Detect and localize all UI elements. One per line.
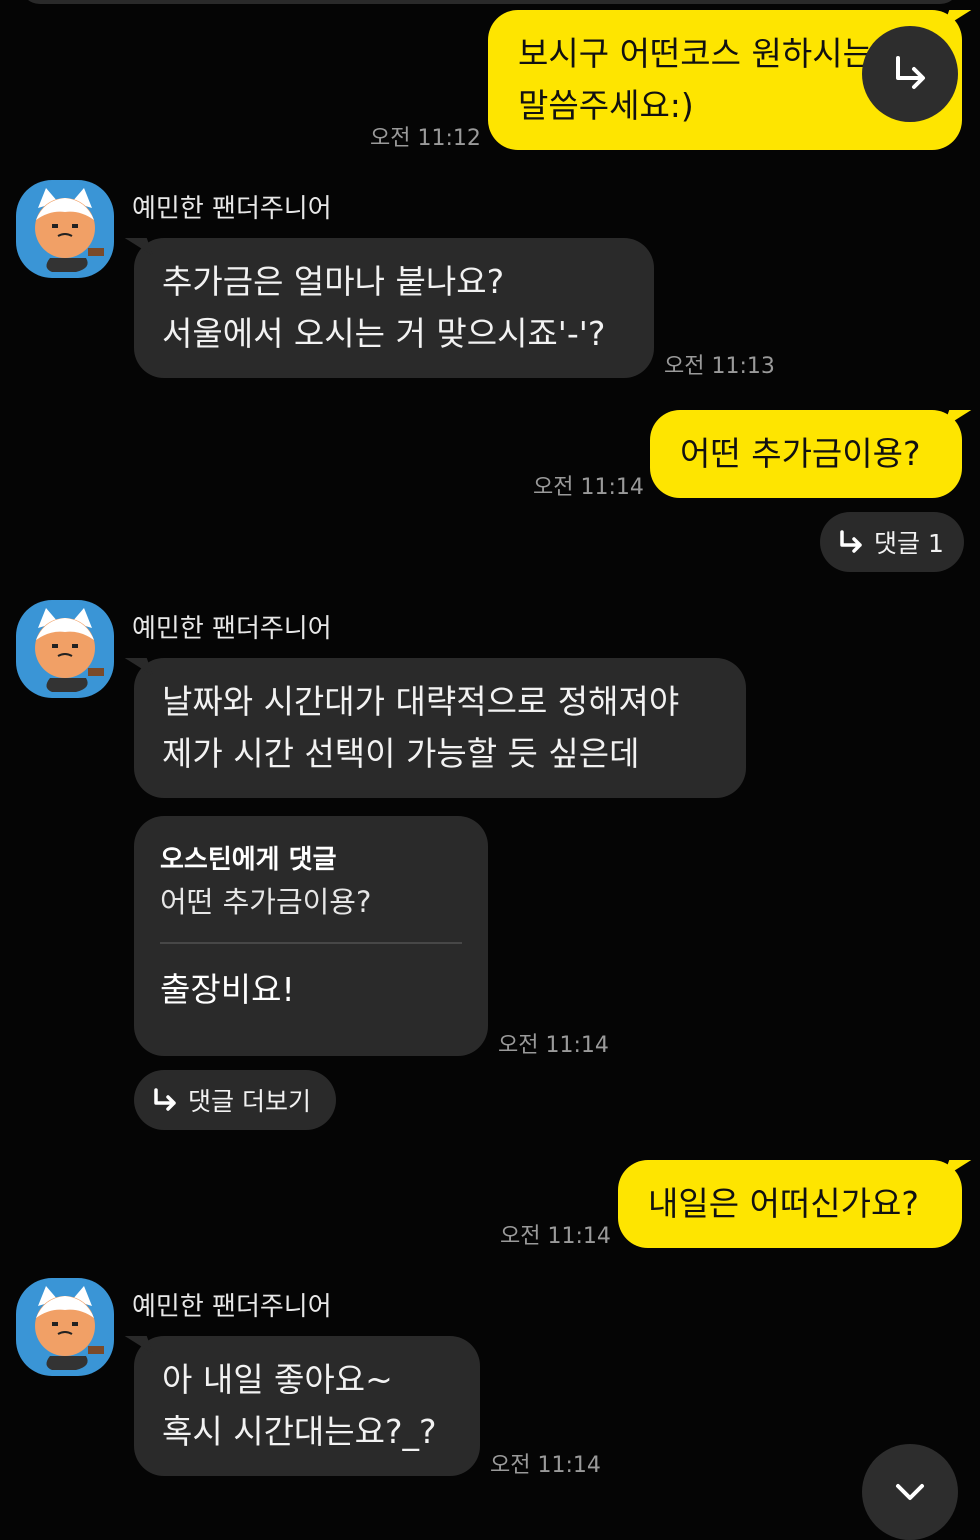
reply-body: 출장비요!: [160, 970, 295, 1009]
share-arrow-icon: [896, 56, 925, 89]
other-message-bubble[interactable]: 날짜와 시간대가 대략적으로 정해져야 제가 시간 선택이 가능할 듯 싶은데: [134, 658, 746, 798]
sender-name: 예민한 팬더주니어: [132, 1292, 332, 1322]
sender-name: 예민한 팬더주니어: [132, 614, 332, 644]
message-line: 날짜와 시간대가 대략적으로 정해져야: [162, 682, 680, 721]
message-line: 서울에서 오시는 거 맞으시죠'-'?: [162, 314, 606, 353]
view-more-replies-label: 댓글 더보기: [188, 1087, 311, 1116]
other-message-bubble[interactable]: 추가금은 얼마나 붙나요? 서울에서 오시는 거 맞으시죠'-'?: [134, 238, 654, 378]
message-line: 제가 시간 선택이 가능할 듯 싶은데: [162, 734, 640, 773]
message-line: 아 내일 좋아요~: [162, 1360, 393, 1399]
other-message-bubble[interactable]: 아 내일 좋아요~ 혹시 시간대는요?_?: [134, 1336, 480, 1476]
sender-avatar[interactable]: [16, 1278, 114, 1376]
message-time: 오전 11:14: [533, 475, 644, 500]
message-line: 어떤 추가금이용?: [680, 434, 921, 473]
sender-avatar[interactable]: [16, 180, 114, 278]
reply-count-button[interactable]: 댓글 1: [820, 512, 964, 572]
message-time: 오전 11:14: [500, 1224, 611, 1249]
message-line: 내일은 어떠신가요?: [648, 1184, 919, 1223]
message-time: 오전 11:12: [370, 126, 481, 151]
previous-message-remnant: [20, 0, 960, 4]
scroll-to-bottom-button[interactable]: [862, 1444, 958, 1540]
message-time: 오전 11:14: [498, 1033, 609, 1058]
reply-arrow-icon: [154, 1088, 176, 1111]
red-panda-avatar-icon: [35, 188, 104, 272]
message-line: 추가금은 얼마나 붙나요?: [162, 262, 505, 301]
reply-quote: 어떤 추가금이용?: [160, 885, 372, 919]
message-line: 혹시 시간대는요?_?: [162, 1412, 437, 1451]
reply-arrow-icon: [840, 530, 862, 553]
red-panda-avatar-icon: [35, 1286, 104, 1370]
red-panda-avatar-icon: [35, 608, 104, 692]
my-message-bubble[interactable]: 내일은 어떠신가요?: [618, 1160, 962, 1248]
view-more-replies-button[interactable]: 댓글 더보기: [134, 1070, 336, 1130]
sender-avatar[interactable]: [16, 600, 114, 698]
reply-message-card[interactable]: 오스틴에게 댓글 어떤 추가금이용? 출장비요!: [134, 816, 488, 1056]
message-time: 오전 11:13: [664, 354, 775, 379]
reply-divider: [160, 942, 462, 944]
chevron-down-icon: [896, 1484, 924, 1500]
message-time: 오전 11:14: [490, 1453, 601, 1478]
sender-name: 예민한 팬더주니어: [132, 194, 332, 224]
reply-count-label: 댓글 1: [874, 529, 944, 558]
reply-title: 오스틴에게 댓글: [160, 845, 337, 875]
share-button[interactable]: [862, 26, 958, 122]
my-message-bubble[interactable]: 어떤 추가금이용?: [650, 410, 962, 498]
